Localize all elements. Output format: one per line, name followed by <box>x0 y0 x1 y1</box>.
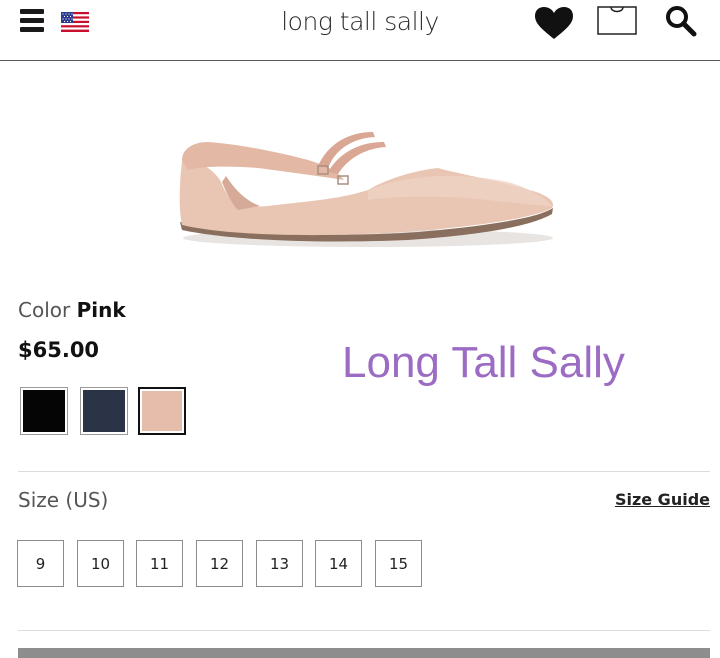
size-option[interactable]: 14 <box>315 540 362 587</box>
swatch-black[interactable] <box>20 387 68 435</box>
search-icon[interactable] <box>665 5 697 37</box>
size-option[interactable]: 13 <box>256 540 303 587</box>
swatch-fill <box>142 391 182 431</box>
wishlist-heart-icon[interactable] <box>533 5 575 41</box>
size-guide-link[interactable]: Size Guide <box>615 490 710 509</box>
swatch-navy[interactable] <box>80 387 128 435</box>
color-value: Pink <box>76 298 126 322</box>
size-option[interactable]: 12 <box>196 540 243 587</box>
shopping-bag-icon[interactable] <box>597 4 637 36</box>
swatch-fill <box>83 390 125 432</box>
color-label: Color <box>18 298 71 322</box>
product-image <box>179 132 554 247</box>
color-selection: Color Pink <box>18 298 126 322</box>
product-price: $65.00 <box>18 338 100 362</box>
swatch-pink[interactable] <box>138 387 186 435</box>
size-option[interactable]: 10 <box>77 540 124 587</box>
size-option[interactable]: 11 <box>136 540 183 587</box>
size-option[interactable]: 15 <box>375 540 422 587</box>
size-option[interactable]: 9 <box>17 540 64 587</box>
brand-watermark-text: Long Tall Sally <box>342 338 625 387</box>
divider <box>18 630 710 631</box>
size-label: Size (US) <box>18 488 109 512</box>
divider <box>18 471 710 472</box>
add-to-bag-button[interactable] <box>18 648 710 658</box>
site-header: long tall sally <box>0 0 720 61</box>
swatch-fill <box>23 390 65 432</box>
